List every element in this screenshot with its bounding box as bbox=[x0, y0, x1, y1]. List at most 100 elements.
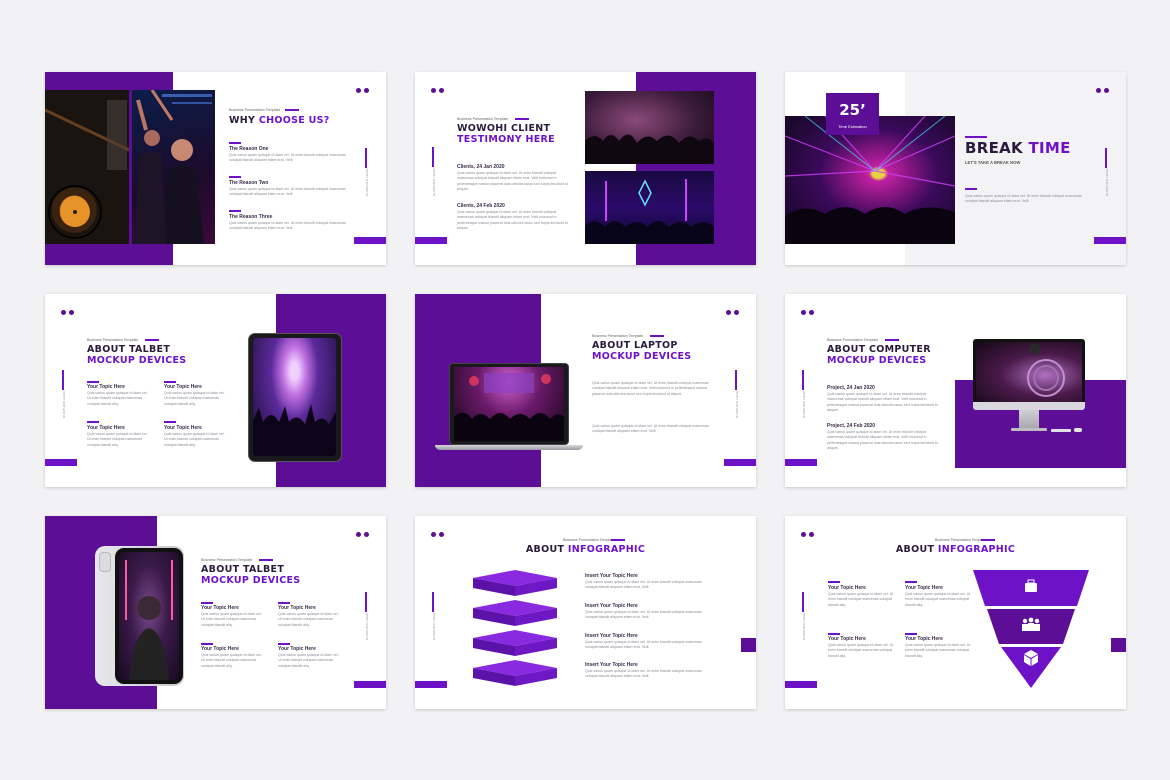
mouse bbox=[1074, 428, 1082, 432]
slide-title: WOWOHI CLIENT TESTIMONY HERE bbox=[457, 123, 555, 145]
decor-dots bbox=[431, 88, 447, 93]
break-text: Quis varius quam quisque id diam vel. Ut… bbox=[965, 194, 1082, 204]
slide-title: ABOUT INFOGRAPHIC bbox=[525, 544, 646, 555]
topic-text: Quis varius quam quisque id diam vel. Ut… bbox=[164, 432, 225, 447]
info-item-title: Insert Your Topic Here bbox=[585, 603, 638, 609]
template-label: Business Presentation Template bbox=[563, 538, 615, 542]
laptop-text: Quis varius quam quisque id diam vel. Ut… bbox=[592, 424, 709, 434]
topic-title: Your Topic Here bbox=[828, 636, 866, 642]
template-label: Business Presentation Template bbox=[201, 558, 253, 562]
topic-text: Quis varius quam quisque id diam vel. Ut… bbox=[87, 432, 148, 447]
accent-line bbox=[285, 109, 299, 111]
slide-break-time[interactable]: 25’ Time Estimation BREAK TIME LET'S TAK… bbox=[785, 72, 1126, 265]
topic-text: Quis varius quam quisque id diam vel. Ut… bbox=[164, 391, 225, 406]
project-date: Project, 24 Jan 2020 bbox=[827, 385, 875, 391]
vertical-label: KUSPHOR LEGO bbox=[802, 612, 806, 640]
topic-text: Quis varius quam quisque id diam vel. Ut… bbox=[87, 391, 148, 406]
accent-line bbox=[229, 210, 241, 212]
vertical-label: KUSPHOR LEGO bbox=[432, 168, 436, 196]
decor-dots bbox=[1096, 88, 1112, 93]
accent-line bbox=[905, 633, 917, 635]
accent-line bbox=[164, 381, 176, 383]
reason-text: Quis varius quam quisque id diam vel. Ut… bbox=[229, 187, 346, 197]
template-label: Business Presentation Template bbox=[229, 108, 281, 112]
slide-phone-mockup[interactable]: Business Presentation Template ABOUT TAL… bbox=[45, 516, 386, 709]
decor-dots bbox=[356, 532, 372, 537]
stacked-layers-graphic bbox=[473, 570, 557, 686]
client-text: Quis varius quam quisque id diam vel. Ut… bbox=[457, 171, 568, 192]
accent-line bbox=[229, 142, 241, 144]
topic-title: Your Topic Here bbox=[201, 646, 239, 652]
info-item-title: Insert Your Topic Here bbox=[585, 573, 638, 579]
funnel-graphic bbox=[973, 570, 1089, 688]
project-text: Quis varius quam quisque id diam vel. Ut… bbox=[827, 392, 938, 413]
topic-title: Your Topic Here bbox=[87, 384, 125, 390]
info-item-text: Quis varius quam quisque id diam vel. Ut… bbox=[585, 669, 702, 679]
accent-bar bbox=[354, 681, 386, 688]
slide-infographic-funnel[interactable]: Business Presentation Template ABOUT INF… bbox=[785, 516, 1126, 709]
topic-title: Your Topic Here bbox=[201, 605, 239, 611]
accent-line bbox=[259, 559, 273, 561]
accent-square bbox=[1111, 638, 1126, 652]
accent-bar bbox=[785, 459, 817, 466]
client-date: Clients, 24 Feb 2020 bbox=[457, 203, 505, 209]
imac-stand bbox=[1019, 410, 1039, 428]
accent-bar bbox=[785, 681, 817, 688]
slide-tablet-mockup[interactable]: Business Presentation Template ABOUT TAL… bbox=[45, 294, 386, 487]
decor-dots bbox=[356, 88, 372, 93]
client-date: Clients, 24 Jan 2020 bbox=[457, 164, 505, 170]
slide-title: WHY CHOOSE US? bbox=[229, 115, 330, 126]
accent-bar bbox=[415, 681, 447, 688]
vertical-label: KUSPHOR LEGO bbox=[1105, 168, 1109, 196]
camera-icon bbox=[99, 552, 111, 572]
slide-client-testimony[interactable]: Business Presentation Template WOWOHI CL… bbox=[415, 72, 756, 265]
laptop-base bbox=[435, 445, 583, 450]
decor-dots bbox=[431, 532, 447, 537]
slide-title: ABOUT LAPTOP MOCKUP DEVICES bbox=[592, 340, 692, 362]
vertical-label: KUSPHOR LEGO bbox=[365, 612, 369, 640]
slide-laptop-mockup[interactable]: Business Presentation Template ABOUT LAP… bbox=[415, 294, 756, 487]
laptop-text: Quis varius quam quisque id diam vel. Ut… bbox=[592, 381, 709, 396]
template-label: Business Presentation Template bbox=[592, 334, 644, 338]
reason-text: Quis varius quam quisque id diam vel. Ut… bbox=[229, 153, 346, 163]
accent-line bbox=[515, 118, 529, 120]
template-label: Business Presentation Template bbox=[87, 338, 139, 342]
topic-title: Your Topic Here bbox=[828, 585, 866, 591]
topic-text: Quis varius quam quisque id diam vel. Ut… bbox=[905, 592, 971, 607]
topic-text: Quis varius quam quisque id diam vel. Ut… bbox=[828, 643, 894, 658]
info-item-title: Insert Your Topic Here bbox=[585, 633, 638, 639]
imac-chin bbox=[973, 402, 1085, 410]
slide-infographic-stack[interactable]: Business Presentation Template ABOUT INF… bbox=[415, 516, 756, 709]
reason-title: The Reason Two bbox=[229, 180, 269, 186]
imac-device bbox=[973, 339, 1085, 437]
info-item-text: Quis varius quam quisque id diam vel. Ut… bbox=[585, 580, 702, 590]
reason-text: Quis varius quam quisque id diam vel. Ut… bbox=[229, 221, 346, 231]
slide-why-choose-us[interactable]: Business Presentation Template WHY CHOOS… bbox=[45, 72, 386, 265]
topic-text: Quis varius quam quisque id diam vel. Ut… bbox=[905, 643, 971, 658]
slide-computer-mockup[interactable]: Business Presentation Template ABOUT COM… bbox=[785, 294, 1126, 487]
project-date: Project, 24 Feb 2020 bbox=[827, 423, 876, 429]
info-item-title: Insert Your Topic Here bbox=[585, 662, 638, 668]
accent-line bbox=[611, 539, 625, 541]
decor-dots bbox=[726, 310, 742, 315]
template-label: Business Presentation Template bbox=[457, 117, 509, 121]
accent-line bbox=[965, 136, 987, 138]
topic-title: Your Topic Here bbox=[278, 605, 316, 611]
topic-text: Quis varius quam quisque id diam vel. Ut… bbox=[278, 653, 339, 668]
vertical-label: KUSPHOR LEGO bbox=[62, 390, 66, 418]
reason-title: The Reason Three bbox=[229, 214, 273, 220]
vertical-label: KUSPHOR LEGO bbox=[735, 390, 739, 418]
decor-dots bbox=[801, 532, 817, 537]
accent-bar bbox=[354, 237, 386, 244]
accent-bar bbox=[45, 459, 77, 466]
phone-screen bbox=[119, 552, 179, 680]
client-text: Quis varius quam quisque id diam vel. Ut… bbox=[457, 210, 568, 231]
badge-number: 25’ bbox=[839, 101, 866, 119]
accent-square bbox=[741, 638, 756, 652]
accent-line bbox=[278, 643, 290, 645]
topic-title: Your Topic Here bbox=[905, 636, 943, 642]
badge-caption: Time Estimation bbox=[838, 124, 867, 129]
accent-line bbox=[828, 633, 840, 635]
laptop-device bbox=[435, 363, 583, 450]
topic-text: Quis varius quam quisque id diam vel. Ut… bbox=[201, 612, 262, 627]
